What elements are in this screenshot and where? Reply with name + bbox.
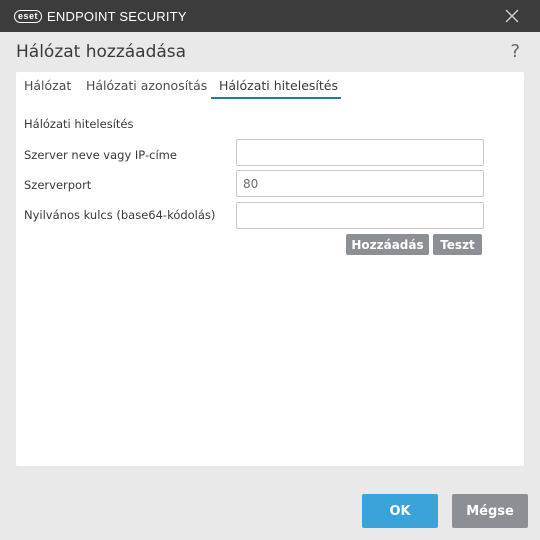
tab-network-authentication[interactable]: Hálózati hitelesítés	[219, 78, 338, 93]
section-title: Hálózati hitelesítés	[24, 117, 134, 131]
content-panel: Hálózat Hálózati azonosítás Hálózati hit…	[16, 72, 524, 466]
tab-bar: Hálózat Hálózati azonosítás Hálózati hit…	[16, 72, 524, 99]
test-button[interactable]: Teszt	[433, 234, 482, 255]
help-icon: ?	[510, 41, 520, 62]
public-key-input[interactable]	[236, 202, 484, 229]
cancel-button[interactable]: Mégse	[452, 494, 528, 528]
tab-network-identification[interactable]: Hálózati azonosítás	[86, 78, 207, 93]
add-button[interactable]: Hozzáadás	[346, 234, 429, 255]
title-bar: eset ENDPOINT SECURITY	[0, 0, 540, 32]
eset-logo-badge: eset	[14, 9, 43, 23]
close-icon	[505, 9, 519, 23]
server-name-input[interactable]	[236, 139, 484, 166]
close-button[interactable]	[504, 8, 520, 24]
public-key-label: Nyilvános kulcs (base64-kódolás)	[24, 208, 216, 222]
active-tab-indicator	[211, 97, 341, 99]
product-name: ENDPOINT SECURITY	[47, 8, 187, 24]
help-button[interactable]: ?	[510, 41, 520, 62]
server-name-label: Szerver neve vagy IP-címe	[24, 148, 177, 162]
eset-logo: eset ENDPOINT SECURITY	[14, 8, 187, 24]
server-port-label: Szerverport	[24, 178, 92, 192]
server-port-input[interactable]	[236, 170, 484, 197]
ok-button[interactable]: OK	[362, 494, 438, 528]
dialog-title: Hálózat hozzáadása	[16, 42, 187, 62]
tab-network[interactable]: Hálózat	[24, 78, 71, 93]
